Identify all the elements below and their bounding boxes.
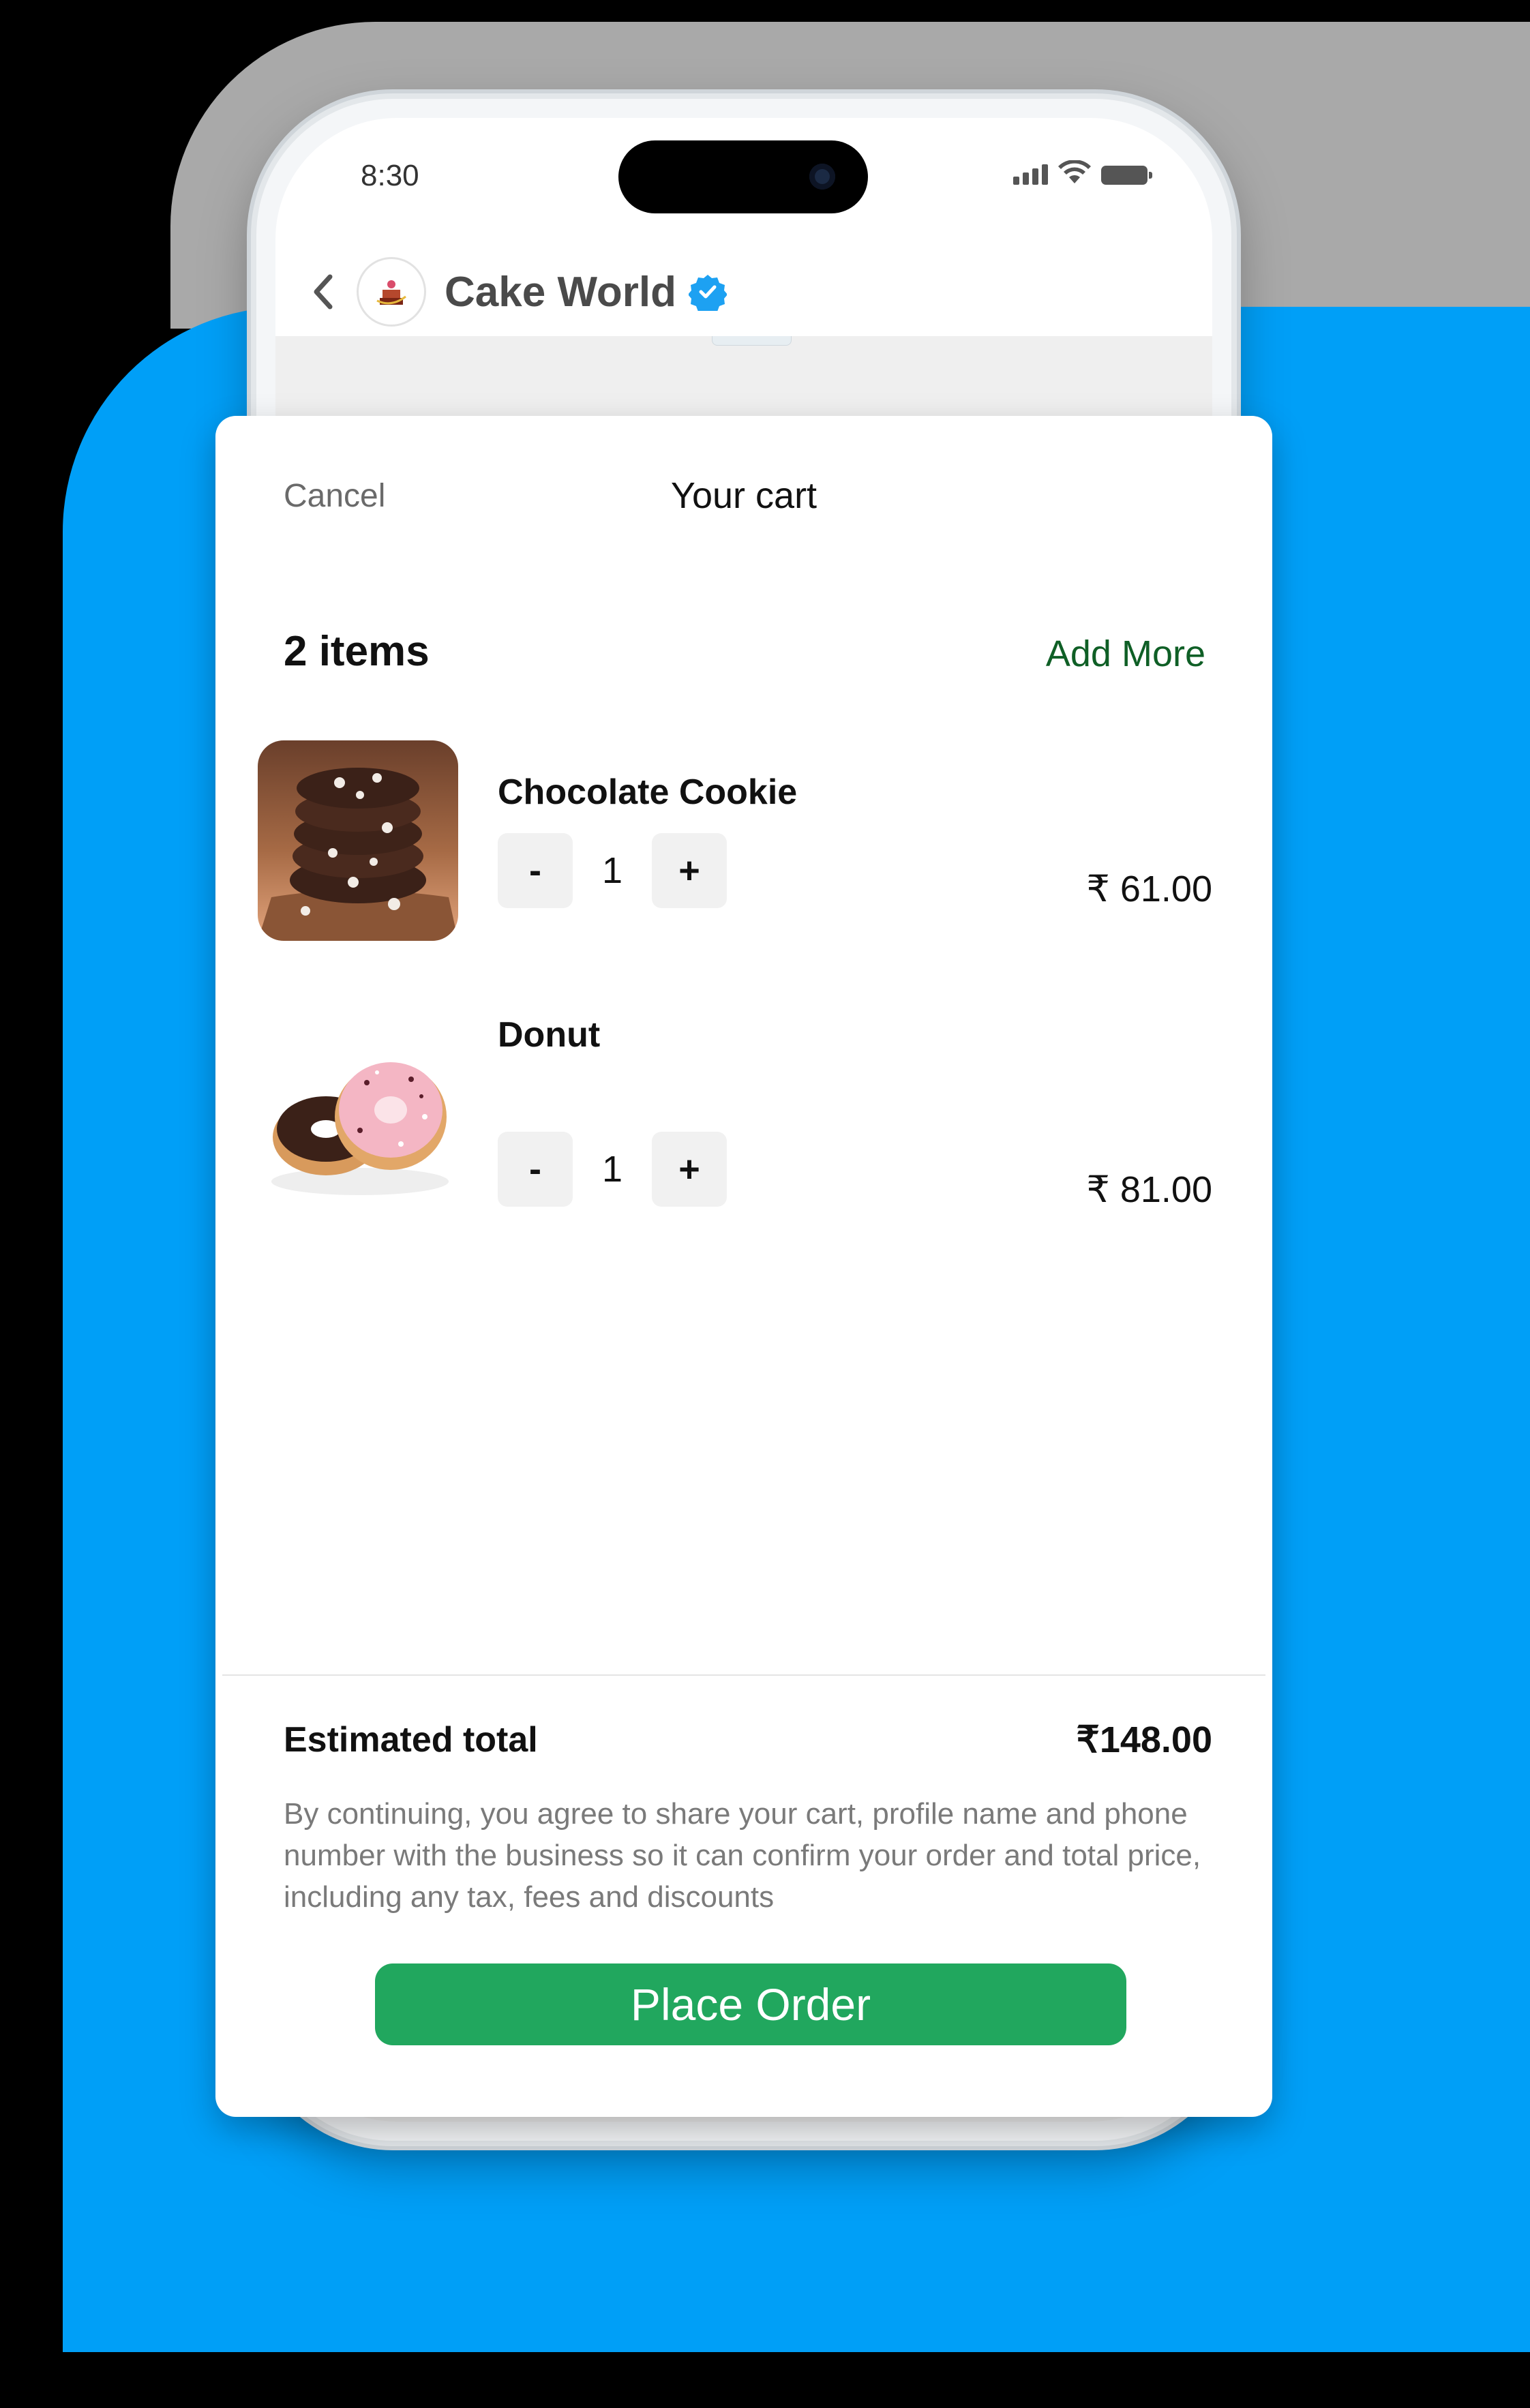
item-name: Donut xyxy=(498,1015,601,1055)
chat-header: Cake World xyxy=(275,247,1212,336)
items-count: 2 items xyxy=(284,628,430,675)
donut-image xyxy=(258,1042,458,1212)
increase-quantity-button[interactable]: + xyxy=(652,833,727,908)
battery-icon xyxy=(1101,166,1152,185)
quantity-stepper: - 1 + xyxy=(498,1132,727,1207)
cart-item: Donut - 1 + ₹ 81.00 xyxy=(258,987,1212,1212)
item-name: Chocolate Cookie xyxy=(498,772,798,812)
chocolate-cookie-image xyxy=(258,740,458,941)
dynamic-island xyxy=(618,140,868,213)
disclaimer-text: By continuing, you agree to share your c… xyxy=(284,1797,1201,1914)
avatar[interactable] xyxy=(359,259,424,325)
quantity-value: 1 xyxy=(601,1149,623,1190)
cake-logo-icon xyxy=(376,280,406,305)
item-price: ₹ 81.00 xyxy=(1086,1169,1213,1210)
estimated-total-value: ₹148.00 xyxy=(1076,1719,1212,1760)
signal-icon xyxy=(1013,164,1048,185)
add-more-button[interactable]: Add More xyxy=(1046,633,1205,675)
status-time: 8:30 xyxy=(361,159,419,192)
sheet-title: Your cart xyxy=(670,475,817,516)
camera-icon xyxy=(809,164,835,190)
cart-item: Chocolate Cookie - 1 + ₹ 61.00 xyxy=(258,731,1212,949)
divider xyxy=(222,1674,1265,1676)
decrease-quantity-button[interactable]: - xyxy=(498,833,573,908)
sheet-header: Cancel Your cart xyxy=(215,475,1272,532)
decrease-quantity-button[interactable]: - xyxy=(498,1132,573,1207)
status-icons xyxy=(1013,160,1152,185)
wifi-icon xyxy=(1058,160,1091,183)
place-order-button[interactable]: Place Order xyxy=(375,1963,1126,2045)
chat-title: Cake World xyxy=(445,268,676,316)
verified-badge-icon xyxy=(688,275,727,311)
back-arrow-icon[interactable] xyxy=(310,271,337,312)
quantity-stepper: - 1 + xyxy=(498,833,727,908)
quantity-value: 1 xyxy=(601,850,623,891)
cart-sheet: Cancel Your cart 2 items Add More Chocol… xyxy=(215,416,1272,2117)
item-price: ₹ 61.00 xyxy=(1086,869,1213,909)
estimated-total-label: Estimated total xyxy=(284,1720,538,1760)
increase-quantity-button[interactable]: + xyxy=(652,1132,727,1207)
